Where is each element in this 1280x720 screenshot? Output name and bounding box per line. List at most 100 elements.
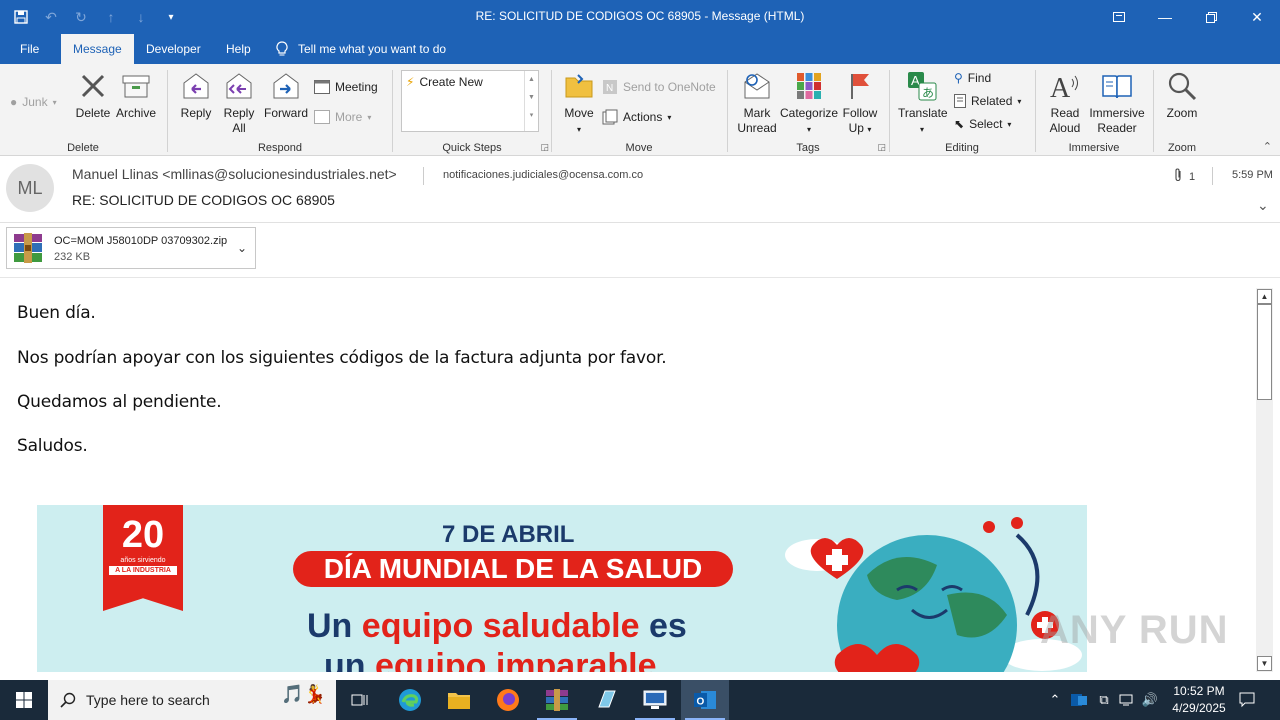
find-button[interactable]: ⚲ Find [954, 68, 991, 88]
onenote-icon: N [603, 80, 617, 94]
edge-icon[interactable] [386, 680, 434, 720]
subject: RE: SOLICITUD DE CODIGOS OC 68905 [72, 192, 335, 208]
mark-unread-button[interactable]: Mark Unread [734, 70, 780, 136]
close-button[interactable]: ✕ [1234, 0, 1280, 34]
show-hidden-icons[interactable]: ⌃ [1046, 680, 1064, 720]
immersive-reader-button[interactable]: Immersive Reader [1088, 70, 1146, 136]
restore-button[interactable] [1188, 0, 1234, 34]
task-view-icon[interactable] [336, 680, 384, 720]
attachment-size: 232 KB [54, 251, 91, 263]
down-arrow-icon[interactable]: ↓ [128, 4, 154, 30]
scroll-thumb[interactable] [1257, 304, 1272, 400]
immersive-reader-icon [1101, 70, 1133, 102]
delete-group-label: Delete [67, 142, 99, 154]
send-to-onenote-button[interactable]: N Send to OneNote [602, 77, 716, 97]
network-icon[interactable] [1116, 680, 1138, 720]
minimize-button[interactable]: — [1142, 0, 1188, 34]
expand-header-icon[interactable]: ⌄ [1257, 197, 1269, 214]
notifications-icon[interactable] [1234, 680, 1260, 720]
body-line: Nos podrían apoyar con los siguientes có… [17, 348, 667, 368]
attachment-item[interactable]: OC=MOM J58010DP 03709302.zip 232 KB ⌄ [6, 227, 256, 269]
taskbar-search[interactable]: Type here to search 🎵💃 [48, 680, 336, 720]
search-icon [60, 692, 76, 708]
actions-button[interactable]: Actions ▾ [602, 107, 671, 127]
up-arrow-icon[interactable]: ↑ [98, 4, 124, 30]
reply-button[interactable]: Reply [176, 70, 216, 121]
customize-qat-icon[interactable]: ▾ [158, 4, 184, 30]
chevron-down-icon[interactable]: ⌄ [237, 241, 247, 255]
quick-steps-gallery[interactable]: ⚡ Create New ▲ ▼ ▾ [401, 70, 539, 132]
folder-move-icon [563, 70, 595, 102]
categorize-icon [793, 70, 825, 102]
outlook-tray-icon[interactable] [1068, 680, 1090, 720]
archive-icon [120, 70, 152, 102]
follow-up-button[interactable]: Follow Up ▾ [840, 70, 880, 137]
find-icon: ⚲ [954, 71, 963, 85]
clock-time: 10:52 PM [1173, 684, 1225, 698]
remote-desktop-icon[interactable] [631, 680, 679, 720]
svg-text:O: O [697, 697, 705, 708]
mark-unread-icon [741, 70, 773, 102]
badge-number: 20 [121, 514, 165, 556]
tab-message[interactable]: Message [61, 34, 134, 64]
redo-icon[interactable]: ↻ [68, 4, 94, 30]
delete-icon [77, 70, 109, 102]
zoom-group: Zoom Zoom [1154, 64, 1210, 156]
quick-steps-scroll[interactable]: ▲ ▼ ▾ [524, 71, 538, 131]
dialog-launcher-icon[interactable]: ◲ [540, 142, 549, 153]
scroll-down-arrow[interactable]: ▼ [1257, 656, 1272, 671]
winrar-taskbar-icon[interactable] [533, 680, 581, 720]
tab-file[interactable]: File [8, 34, 51, 64]
scroll-up-arrow[interactable]: ▲ [1257, 289, 1272, 304]
banner-slogan-2: un equipo imparable [324, 647, 657, 672]
related-button[interactable]: Related ▾ [954, 91, 1021, 111]
move-button[interactable]: Move ▾ [560, 70, 598, 137]
actions-icon [602, 109, 618, 125]
tab-developer[interactable]: Developer [134, 34, 213, 64]
meeting-button[interactable]: Meeting [314, 77, 378, 97]
dialog-launcher-icon[interactable]: ◲ [877, 142, 886, 153]
flag-icon [844, 70, 876, 102]
translate-button[interactable]: Aあ Translate ▾ [898, 70, 948, 137]
tab-help[interactable]: Help [214, 34, 263, 64]
device-icon[interactable]: ⧉ [1093, 680, 1115, 720]
select-button[interactable]: ⬉ Select ▾ [954, 114, 1011, 134]
ribbon-display-icon[interactable] [1096, 0, 1142, 34]
start-button[interactable] [0, 680, 48, 720]
more-icon [314, 110, 330, 124]
undo-icon[interactable]: ↶ [38, 4, 64, 30]
notepad-icon[interactable] [582, 680, 630, 720]
immersive-group-label: Immersive [1068, 142, 1120, 154]
firefox-icon[interactable] [484, 680, 532, 720]
archive-button[interactable]: Archive [114, 70, 158, 121]
title-bar: ↶ ↻ ↑ ↓ ▾ RE: SOLICITUD DE CODIGOS OC 68… [0, 0, 1280, 34]
delete-button[interactable]: Delete [74, 70, 112, 121]
tell-me-label: Tell me what you want to do [298, 42, 447, 56]
reply-icon [180, 70, 212, 102]
zoom-group-label: Zoom [1167, 142, 1197, 154]
tell-me-box[interactable]: Tell me what you want to do [276, 34, 446, 64]
recipient[interactable]: notificaciones.judiciales@ocensa.com.co [443, 169, 643, 181]
sender[interactable]: Manuel Llinas <mllinas@solucionesindustr… [72, 166, 397, 182]
reply-all-button[interactable]: Reply All [220, 70, 258, 136]
save-icon[interactable] [8, 4, 34, 30]
avatar[interactable]: ML [6, 164, 54, 212]
body-line: Buen día. [17, 303, 96, 323]
taskbar: Type here to search 🎵💃 O ⌃ ⧉ 🔊 10:52 PM … [0, 680, 1280, 720]
delete-group: ● Junk ▾ Delete Archive Delete [0, 64, 166, 156]
more-respond-button[interactable]: More ▾ [314, 107, 371, 127]
tags-group: Mark Unread Categorize ▾ Follow Up ▾ Tags… [728, 64, 888, 156]
vertical-scrollbar[interactable]: ▲ ▼ [1256, 288, 1273, 672]
file-explorer-icon[interactable] [435, 680, 483, 720]
junk-button[interactable]: ● Junk ▾ [10, 92, 57, 112]
taskbar-clock[interactable]: 10:52 PM 4/29/2025 [1160, 683, 1238, 717]
create-new-button[interactable]: ⚡ Create New [406, 72, 483, 92]
categorize-button[interactable]: Categorize ▾ [780, 70, 838, 137]
collapse-ribbon-icon[interactable]: ⌃ [1263, 140, 1272, 153]
forward-button[interactable]: Forward [262, 70, 310, 121]
volume-icon[interactable]: 🔊 [1139, 680, 1161, 720]
outlook-taskbar-icon[interactable]: O [681, 680, 729, 720]
read-aloud-button[interactable]: A Read Aloud [1044, 70, 1086, 136]
lightning-icon: ⚡ [406, 75, 415, 89]
zoom-button[interactable]: Zoom [1162, 70, 1202, 121]
